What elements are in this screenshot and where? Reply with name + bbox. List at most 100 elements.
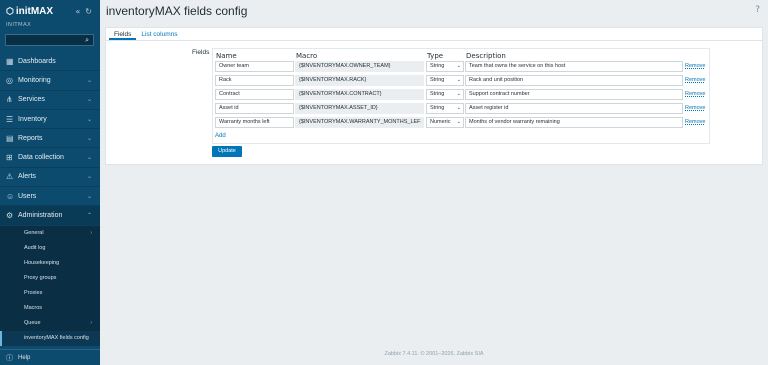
submenu-item-label: inventoryMAX fields config <box>24 335 89 342</box>
chevron-down-icon: ⌄ <box>456 63 461 69</box>
logo[interactable]: ⬡ initMAX <box>6 6 53 17</box>
field-name-input[interactable]: Rack <box>215 75 294 86</box>
column-header-type: Type <box>427 52 444 60</box>
help-link[interactable]: ⓘ Help <box>0 349 100 365</box>
dashboard-icon: ▦ <box>6 56 14 66</box>
submenu-item-label: Housekeeping <box>24 260 60 267</box>
field-type-value: String <box>430 105 445 111</box>
submenu-item-macros[interactable]: Macros <box>0 301 100 316</box>
field-macro-input: {$INVENTORYMAX.ASSET_ID} <box>295 103 424 114</box>
submenu-item-audit-log[interactable]: Audit log <box>0 241 100 256</box>
main-menu: ▦ Dashboards ◎ Monitoring ⌄ ⋔ Services ⌄… <box>0 52 100 346</box>
column-header-name: Name <box>216 52 237 60</box>
field-macro-input: {$INVENTORYMAX.RACK} <box>295 75 424 86</box>
logo-mark-icon: ⬡ <box>6 5 14 16</box>
submenu-item-inventorymax-fields-config[interactable]: inventoryMAX fields config <box>0 330 100 346</box>
sidebar-controls: « ↻ <box>75 7 100 16</box>
fields-table: Name Macro Type Description Owner team {… <box>212 48 710 144</box>
chevron-down-icon: ⌄ <box>456 119 461 125</box>
menu-item-label: Monitoring <box>18 76 51 84</box>
table-row: Rack {$INVENTORYMAX.RACK} String ⌄ Rack a… <box>213 75 711 87</box>
tab-list-columns[interactable]: List columns <box>136 28 182 40</box>
menu-item-monitoring[interactable]: ◎ Monitoring ⌄ <box>0 71 100 91</box>
server-name: INITMAX <box>6 22 32 28</box>
menu-item-alerts[interactable]: ⚠ Alerts ⌄ <box>0 168 100 188</box>
menu-item-users[interactable]: ☺ Users ⌄ <box>0 187 100 207</box>
field-description-input[interactable]: Support contract number <box>465 89 683 100</box>
field-macro-input: {$INVENTORYMAX.OWNER_TEAM} <box>295 61 424 72</box>
field-name-input[interactable]: Warranty months left <box>215 117 294 128</box>
submenu-item-general[interactable]: General › <box>0 226 100 241</box>
menu-item-data-collection[interactable]: ⊞ Data collection ⌄ <box>0 148 100 168</box>
submenu-item-label: Audit log <box>24 245 46 252</box>
chevron-down-icon: ⌄ <box>456 91 461 97</box>
field-description-input[interactable]: Months of vendor warranty remaining <box>465 117 683 128</box>
hide-sidebar-icon[interactable]: ↻ <box>85 7 92 16</box>
menu-item-inventory[interactable]: ☰ Inventory ⌄ <box>0 110 100 130</box>
search-input[interactable]: ⌕ <box>5 34 94 46</box>
field-type-select[interactable]: String ⌄ <box>426 89 464 100</box>
remove-link[interactable]: Remove <box>685 91 705 97</box>
field-type-select[interactable]: String ⌄ <box>426 61 464 72</box>
field-name-input[interactable]: Owner team <box>215 61 294 72</box>
field-name-input[interactable]: Contract <box>215 89 294 100</box>
chevron-down-icon: ⌄ <box>86 97 92 104</box>
submenu-item-housekeeping[interactable]: Housekeeping <box>0 256 100 271</box>
menu-item-label: Users <box>18 192 37 200</box>
search-icon[interactable]: ⌕ <box>85 36 89 45</box>
menu-item-administration[interactable]: ⚙ Administration ⌃ <box>0 206 100 226</box>
remove-link[interactable]: Remove <box>685 77 705 83</box>
reports-icon: ▤ <box>6 133 14 143</box>
chevron-down-icon: ⌄ <box>456 105 461 111</box>
field-type-value: String <box>430 63 445 69</box>
menu-item-services[interactable]: ⋔ Services ⌄ <box>0 91 100 110</box>
alerts-icon: ⚠ <box>6 172 14 182</box>
field-type-select[interactable]: String ⌄ <box>426 103 464 114</box>
submenu-item-label: Macros <box>24 305 43 312</box>
tab-fields[interactable]: Fields <box>109 28 137 40</box>
logo-text: initMAX <box>15 5 54 17</box>
field-type-value: Numeric <box>430 119 451 125</box>
menu-item-label: Services <box>18 96 45 104</box>
sidebar: ⬡ initMAX « ↻ INITMAX ⌕ ▦ Dashboards ◎ M… <box>0 0 100 365</box>
submenu-item-proxies[interactable]: Proxies <box>0 286 100 301</box>
submenu-item-label: Queue <box>24 320 41 327</box>
inventory-icon: ☰ <box>6 114 14 124</box>
menu-item-label: Inventory <box>18 115 47 123</box>
field-description-input[interactable]: Asset register id <box>465 103 683 114</box>
field-description-input[interactable]: Team that owns the service on this host <box>465 61 683 72</box>
page-title: inventoryMAX fields config <box>106 4 248 18</box>
submenu-item-queue[interactable]: Queue › <box>0 316 100 331</box>
monitoring-icon: ◎ <box>6 75 13 85</box>
table-row: Warranty months left {$INVENTORYMAX.WARR… <box>213 117 711 129</box>
collapse-sidebar-icon[interactable]: « <box>75 7 80 16</box>
menu-item-label: Administration <box>18 212 63 220</box>
chevron-right-icon: › <box>90 320 92 327</box>
menu-item-dashboards[interactable]: ▦ Dashboards <box>0 52 100 72</box>
update-button[interactable]: Update <box>212 146 242 157</box>
field-type-select[interactable]: String ⌄ <box>426 75 464 86</box>
field-description-input[interactable]: Rack and unit position <box>465 75 683 86</box>
administration-submenu: General › Audit log Housekeeping Proxy g… <box>0 225 100 346</box>
field-type-select[interactable]: Numeric ⌄ <box>426 117 464 128</box>
table-row: Asset id {$INVENTORYMAX.ASSET_ID} String… <box>213 103 711 115</box>
table-row: Owner team {$INVENTORYMAX.OWNER_TEAM} St… <box>213 61 711 73</box>
submenu-item-proxy-groups[interactable]: Proxy groups <box>0 271 100 286</box>
config-panel: Fields List columns Fields Name Macro Ty… <box>105 27 763 165</box>
menu-item-label: Data collection <box>18 154 64 162</box>
chevron-down-icon: ⌄ <box>456 77 461 83</box>
add-field-link[interactable]: Add <box>215 133 226 139</box>
remove-link[interactable]: Remove <box>685 119 705 125</box>
menu-item-label: Reports <box>18 134 43 142</box>
help-icon[interactable]: ? <box>755 5 760 15</box>
field-name-input[interactable]: Asset id <box>215 103 294 114</box>
chevron-down-icon: ⌄ <box>86 77 92 84</box>
menu-item-label: Dashboards <box>18 57 56 65</box>
fields-label: Fields <box>192 49 210 56</box>
chevron-down-icon: ⌄ <box>86 135 92 142</box>
field-macro-input: {$INVENTORYMAX.WARRANTY_MONTHS_LEF <box>295 117 424 128</box>
remove-link[interactable]: Remove <box>685 63 705 69</box>
remove-link[interactable]: Remove <box>685 105 705 111</box>
column-header-description: Description <box>466 52 506 60</box>
menu-item-reports[interactable]: ▤ Reports ⌄ <box>0 129 100 149</box>
